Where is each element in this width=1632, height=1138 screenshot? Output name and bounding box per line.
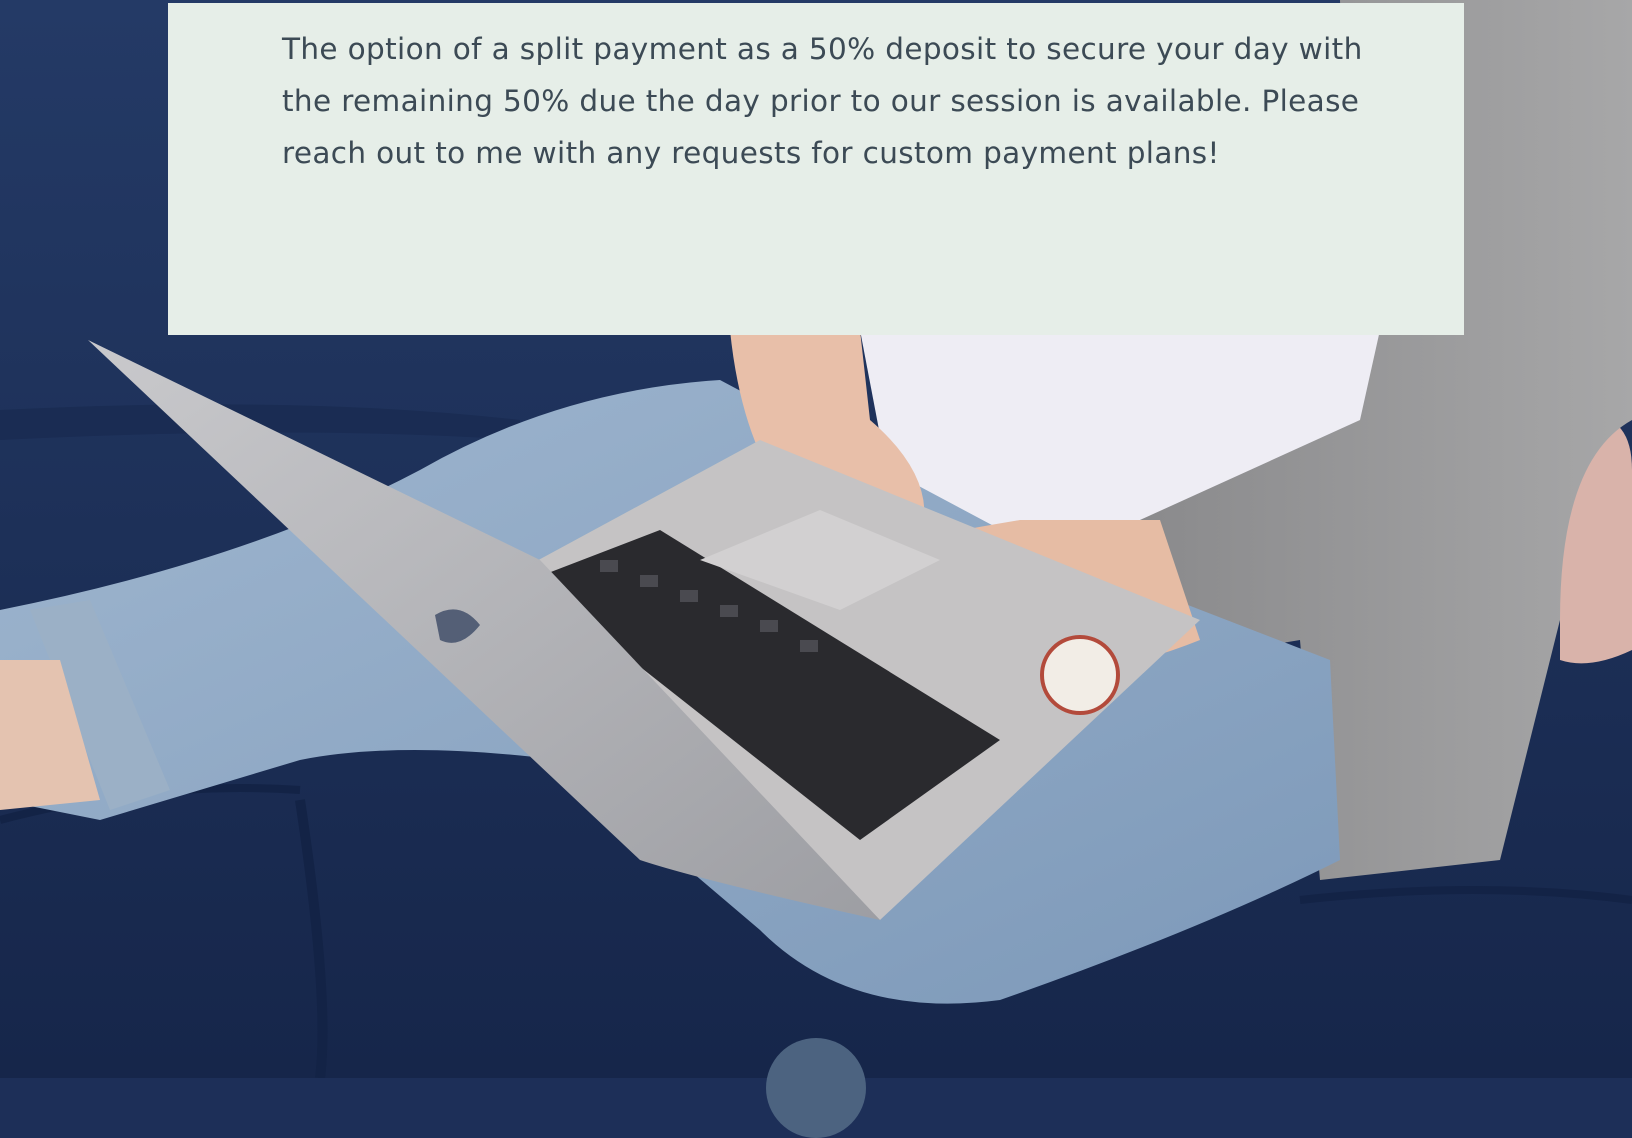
page: { "photo": { "description_icon": "woman-…: [0, 0, 1632, 1138]
scroll-to-top-button[interactable]: [766, 1038, 866, 1138]
payment-plan-text: The option of a split payment as a 50% d…: [282, 32, 1363, 170]
payment-info-panel: The option of a split payment as a 50% d…: [168, 3, 1464, 335]
